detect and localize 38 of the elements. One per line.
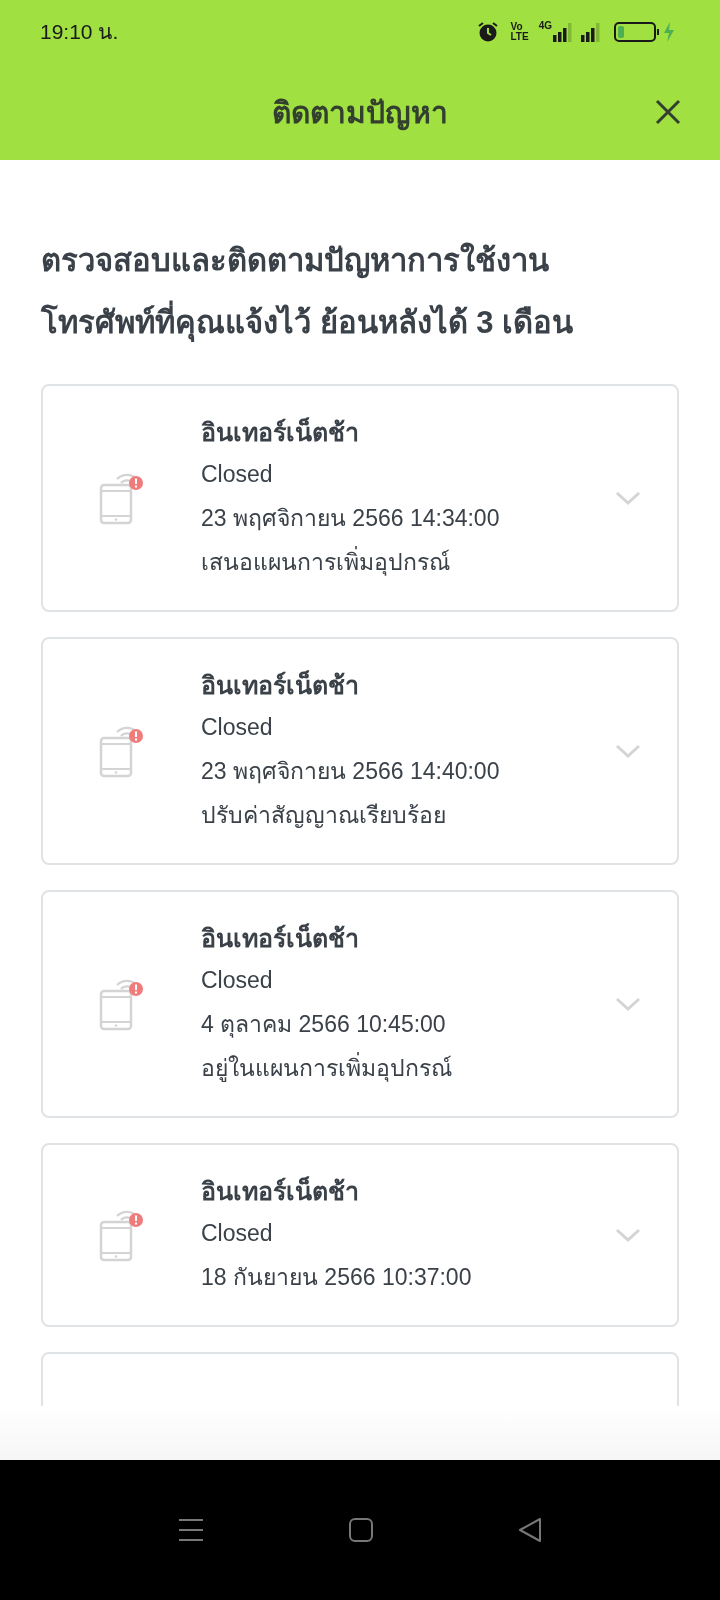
chevron-icon[interactable] — [615, 1227, 641, 1243]
issue-status: Closed — [201, 460, 274, 489]
menu-icon[interactable] — [178, 1518, 204, 1542]
intro-text: ตรวจสอบและติดตามปัญหาการใช้งานโทรศัพท์ที่คุณแจ้งไว้ ย้อนหลังได้ 3 เดือน — [41, 241, 575, 344]
issue-datetime: 4 ตุลาคม 2566 10:45:00 — [201, 1010, 447, 1040]
issue-title: อินเทอร์เน็ตช้า — [201, 922, 360, 954]
issue-datetime: 23 พฤศจิกายน 2566 14:40:00 — [201, 757, 501, 786]
back-icon[interactable] — [518, 1518, 542, 1542]
volte-label: Vo LTE — [510, 22, 529, 42]
signal-icon — [552, 21, 574, 43]
issue-card[interactable]: อินเทอร์เน็ตช้า Closed 4 ตุลาคม 2566 10:45:00 อยู่ในแผนการเพิ่มอุปกรณ์ — [41, 890, 679, 1118]
phone-signal-alert-icon — [99, 977, 145, 1031]
phone-signal-alert-icon — [99, 1208, 145, 1262]
home-icon[interactable] — [349, 1518, 373, 1542]
status-time: 19:10 น. — [40, 19, 119, 46]
issue-card[interactable]: อินเทอร์เน็ตช้า Closed 18 กันยายน 2566 10:37:00 — [41, 1143, 679, 1327]
network-label: 4G — [538, 19, 552, 33]
issue-note: เสนอแผนการเพิ่มอุปกรณ์ — [201, 540, 615, 584]
issue-card[interactable]: อินเทอร์เน็ตช้า Closed 23 พฤศจิกายน 2566 14:40:00 ปรับค่าสัญญาณเรียบร้อย — [41, 637, 679, 865]
issue-card[interactable]: อินเทอร์เน็ตช้า Closed 23 พฤศจิกายน 2566 14:34:00 เสนอแผนการเพิ่มอุปกรณ์ — [41, 384, 679, 612]
issue-status: Closed — [201, 1219, 274, 1248]
close-icon — [654, 98, 682, 126]
alarm-icon — [476, 21, 499, 43]
chevron-icon[interactable] — [615, 996, 641, 1012]
chevron-icon[interactable] — [615, 490, 641, 506]
phone-signal-alert-icon — [99, 471, 145, 525]
phone-signal-alert-icon — [99, 724, 145, 778]
header-title: ติดตามปัญหา — [272, 94, 448, 133]
issue-datetime: 18 กันยายน 2566 10:37:00 — [201, 1263, 473, 1292]
issue-note: อยู่ในแผนการเพิ่มอุปกรณ์ — [201, 1046, 615, 1090]
chevron-icon[interactable] — [615, 743, 641, 759]
issue-title: อินเทอร์เน็ตช้า — [201, 416, 360, 448]
issue-status: Closed — [201, 966, 274, 995]
issue-datetime: 23 พฤศจิกายน 2566 14:34:00 — [201, 504, 501, 533]
issue-title: อินเทอร์เน็ตช้า — [201, 669, 360, 701]
issue-status: Closed — [201, 713, 274, 742]
issue-title: อินเทอร์เน็ตช้า — [201, 1175, 360, 1207]
issue-note: ปรับค่าสัญญาณเรียบร้อย — [201, 801, 447, 830]
